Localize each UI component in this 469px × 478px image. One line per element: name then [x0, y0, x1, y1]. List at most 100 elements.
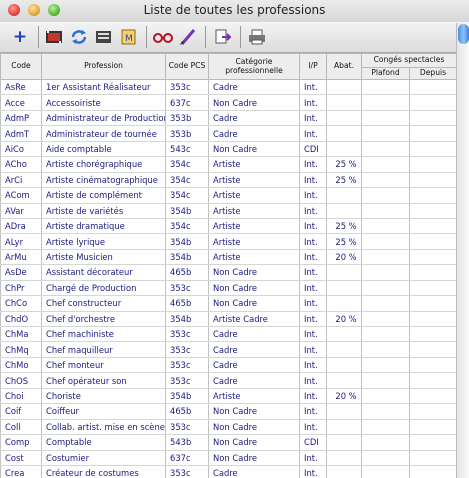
plus-icon[interactable]: + [10, 27, 30, 47]
cell-ip: Int. [299, 94, 327, 111]
table-row[interactable]: Coif Coiffeur 465b Non Cadre Int. [0, 403, 456, 420]
cell-code: Crea [0, 465, 42, 478]
cell-profession: Accessoiriste [41, 94, 166, 111]
table-row[interactable]: ADra Artiste dramatique 354c Artiste Int. 25 … [0, 218, 456, 235]
table-row[interactable]: Choi Choriste 354b Artiste Int. 20 % [0, 388, 456, 405]
header-depuis[interactable]: Depuis [408, 67, 456, 80]
cell-code: ChMq [0, 341, 42, 358]
table-row[interactable]: ALyr Artiste lyrique 354b Artiste Int. 25 % [0, 233, 456, 250]
film-icon[interactable] [43, 27, 65, 47]
professions-table: Code Profession Code PCS Catégorie profe… [0, 53, 456, 478]
header-abat[interactable]: Abat. [326, 53, 362, 80]
cell-plafond [361, 295, 410, 312]
cell-cat: Cadre [208, 357, 300, 374]
cell-ip: Int. [299, 388, 327, 405]
glasses-icon[interactable] [151, 27, 175, 47]
header-categorie[interactable]: Catégorie professionnelle [208, 53, 300, 80]
cell-profession: Administrateur de Production [41, 110, 166, 127]
cell-cat: Non Cadre [208, 295, 300, 312]
header-profession[interactable]: Profession [41, 53, 166, 80]
cell-plafond [361, 125, 410, 142]
cell-depuis [408, 403, 456, 420]
pen-icon[interactable] [177, 27, 199, 47]
cell-pcs: 353c [165, 79, 209, 96]
table-row[interactable]: ChMo Chef monteur 353c Cadre Int. [0, 357, 456, 374]
cell-profession: Artiste de complément [41, 187, 166, 204]
mail-merge-icon[interactable]: M [118, 27, 140, 47]
cell-plafond [361, 94, 410, 111]
cell-depuis [408, 295, 456, 312]
cell-ip: Int. [299, 280, 327, 297]
cell-ip: Int. [299, 326, 327, 343]
cell-ip: Int. [299, 249, 327, 266]
cell-cat: Artiste [208, 187, 300, 204]
header-plafond[interactable]: Plafond [361, 67, 410, 80]
export-icon[interactable] [212, 27, 234, 47]
cell-depuis [408, 341, 456, 358]
cell-code: AdmT [0, 125, 42, 142]
cell-pcs: 353c [165, 341, 209, 358]
refresh-icon[interactable] [68, 27, 90, 47]
cell-abat: 20 % [326, 311, 362, 328]
table-row[interactable]: ChdO Chef d'orchestre 354b Artiste Cadre Int… [0, 311, 456, 328]
table-row[interactable]: Comp Comptable 543b Non Cadre CDI [0, 434, 456, 451]
cell-pcs: 465b [165, 295, 209, 312]
cell-ip: Int. [299, 450, 327, 466]
table-row[interactable]: AsDe Assistant décorateur 465b Non Cadre Int… [0, 264, 456, 281]
cell-code: Cost [0, 450, 42, 466]
cell-depuis [408, 326, 456, 343]
table-row[interactable]: ArCi Artiste cinématographique 354c Artiste… [0, 172, 456, 189]
cell-ip: Int. [299, 264, 327, 281]
cell-ip: Int. [299, 203, 327, 219]
cell-code: Choi [0, 388, 42, 405]
cell-profession: Artiste lyrique [41, 233, 166, 250]
table-row[interactable]: ACom Artiste de complément 354c Artiste Int. [0, 187, 456, 204]
cell-plafond [361, 419, 410, 436]
cell-profession: Administrateur de tournée [41, 125, 166, 142]
cell-ip: Int. [299, 311, 327, 328]
table-row[interactable]: Cost Costumier 637c Non Cadre Int. [0, 450, 456, 466]
table-row[interactable]: ChMq Chef maquilleur 353c Cadre Int. [0, 341, 456, 358]
cell-pcs: 543c [165, 141, 209, 158]
table-row[interactable]: ArMu Artiste Musicien 354b Artiste Int. 20 % [0, 249, 456, 266]
cell-ip: Int. [299, 419, 327, 436]
cell-cat: Cadre [208, 125, 300, 142]
table-row[interactable]: AiCo Aide comptable 543c Non Cadre CDI [0, 141, 456, 158]
table-row[interactable]: AsRe 1er Assistant Réalisateur 353c Cadre In… [0, 79, 456, 96]
cell-depuis [408, 357, 456, 374]
cell-pcs: 353c [165, 357, 209, 374]
header-code-pcs[interactable]: Code PCS [165, 53, 209, 80]
printer-icon[interactable] [246, 27, 268, 47]
cell-cat: Non Cadre [208, 450, 300, 466]
table-row[interactable]: Crea Créateur de costumes 353c Cadre Int. [0, 465, 456, 478]
cell-profession: Chef opérateur son [41, 372, 166, 389]
cell-code: ArCi [0, 172, 42, 189]
table-row[interactable]: ChOS Chef opérateur son 353c Cadre Int. [0, 372, 456, 389]
cell-profession: Choriste [41, 388, 166, 405]
cell-depuis [408, 172, 456, 189]
cell-abat [326, 357, 362, 374]
cell-abat [326, 465, 362, 478]
cell-cat: Non Cadre [208, 419, 300, 436]
header-code[interactable]: Code [0, 53, 42, 80]
cell-code: ACho [0, 156, 42, 173]
database-icon[interactable] [93, 27, 115, 47]
cell-depuis [408, 94, 456, 111]
scroll-thumb[interactable] [458, 24, 469, 44]
table-row[interactable]: Coll Collab. artist. mise en scène 353c Non… [0, 419, 456, 436]
table-row[interactable]: ChPr Chargé de Production 353c Non Cadre Int… [0, 280, 456, 297]
vertical-scrollbar[interactable] [456, 23, 469, 478]
table-row[interactable]: AVar Artiste de variétés 354b Artiste Int. [0, 203, 456, 219]
cell-pcs: 637c [165, 450, 209, 466]
cell-abat [326, 187, 362, 204]
cell-plafond [361, 141, 410, 158]
header-ip[interactable]: I/P [299, 53, 327, 80]
table-row[interactable]: ACho Artiste chorégraphique 354c Artiste Int… [0, 156, 456, 173]
cell-plafond [361, 264, 410, 281]
table-row[interactable]: AdmT Administrateur de tournée 353b Cadre In… [0, 125, 456, 142]
table-row[interactable]: ChCo Chef constructeur 465b Non Cadre Int. [0, 295, 456, 312]
table-row[interactable]: Acce Accessoiriste 637c Non Cadre Int. [0, 94, 456, 111]
table-row[interactable]: AdmP Administrateur de Production 353b Cadr… [0, 110, 456, 127]
table-row[interactable]: ChMa Chef machiniste 353c Cadre Int. [0, 326, 456, 343]
cell-profession: Coiffeur [41, 403, 166, 420]
